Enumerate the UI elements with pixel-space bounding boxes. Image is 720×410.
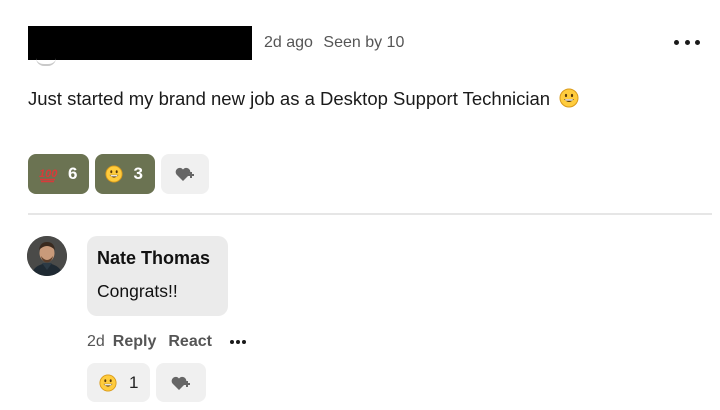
heart-plus-icon	[175, 167, 194, 181]
grinning-face-icon	[105, 165, 124, 183]
post-reactions: 100 6 3	[28, 154, 209, 194]
post-body: Just started my brand new job as a Deskt…	[28, 88, 579, 110]
heart-plus-icon	[172, 376, 191, 390]
more-horizontal-icon	[229, 340, 234, 344]
post-header: 2d ago Seen by 10	[28, 22, 700, 66]
commenter-avatar-image	[27, 236, 67, 276]
reaction-count: 1	[129, 372, 139, 392]
grinning-face-icon	[559, 88, 579, 108]
comment-bubble: Nate Thomas Congrats!!	[87, 236, 228, 316]
reaction-count: 3	[133, 164, 143, 183]
comment-more-button[interactable]	[229, 340, 246, 344]
post-meta: 2d ago Seen by 10	[264, 34, 410, 52]
avatar[interactable]	[27, 236, 67, 276]
grinning-face-icon	[99, 373, 117, 392]
author-avatar[interactable]	[36, 58, 56, 66]
post-text: Just started my brand new job as a Deskt…	[28, 88, 551, 109]
comment-text: Congrats!!	[97, 281, 178, 301]
comment-actions: 2d Reply React	[87, 333, 246, 351]
comment-reactions: 1	[87, 363, 207, 402]
comment-time[interactable]: 2d	[87, 333, 105, 351]
reaction-count: 6	[68, 164, 78, 183]
comment-author[interactable]: Nate Thomas	[97, 248, 218, 269]
hundred-points-icon: 100	[39, 168, 58, 183]
add-reaction-button[interactable]	[160, 154, 209, 194]
more-horizontal-icon	[674, 39, 679, 45]
more-options-button[interactable]	[674, 32, 700, 52]
author-name-redacted[interactable]	[28, 26, 252, 60]
svg-text:100: 100	[39, 168, 58, 180]
react-button[interactable]: React	[168, 333, 212, 351]
reaction-grin-button[interactable]: 3	[95, 154, 155, 194]
comment-add-reaction-button[interactable]	[156, 363, 207, 402]
reply-button[interactable]: Reply	[113, 333, 157, 351]
reaction-hundred-button[interactable]: 100 6	[28, 154, 90, 194]
seen-by[interactable]: Seen by 10	[323, 34, 404, 51]
divider	[28, 213, 712, 215]
post-time[interactable]: 2d ago	[264, 34, 313, 51]
comment-reaction-grin-button[interactable]: 1	[87, 363, 151, 402]
